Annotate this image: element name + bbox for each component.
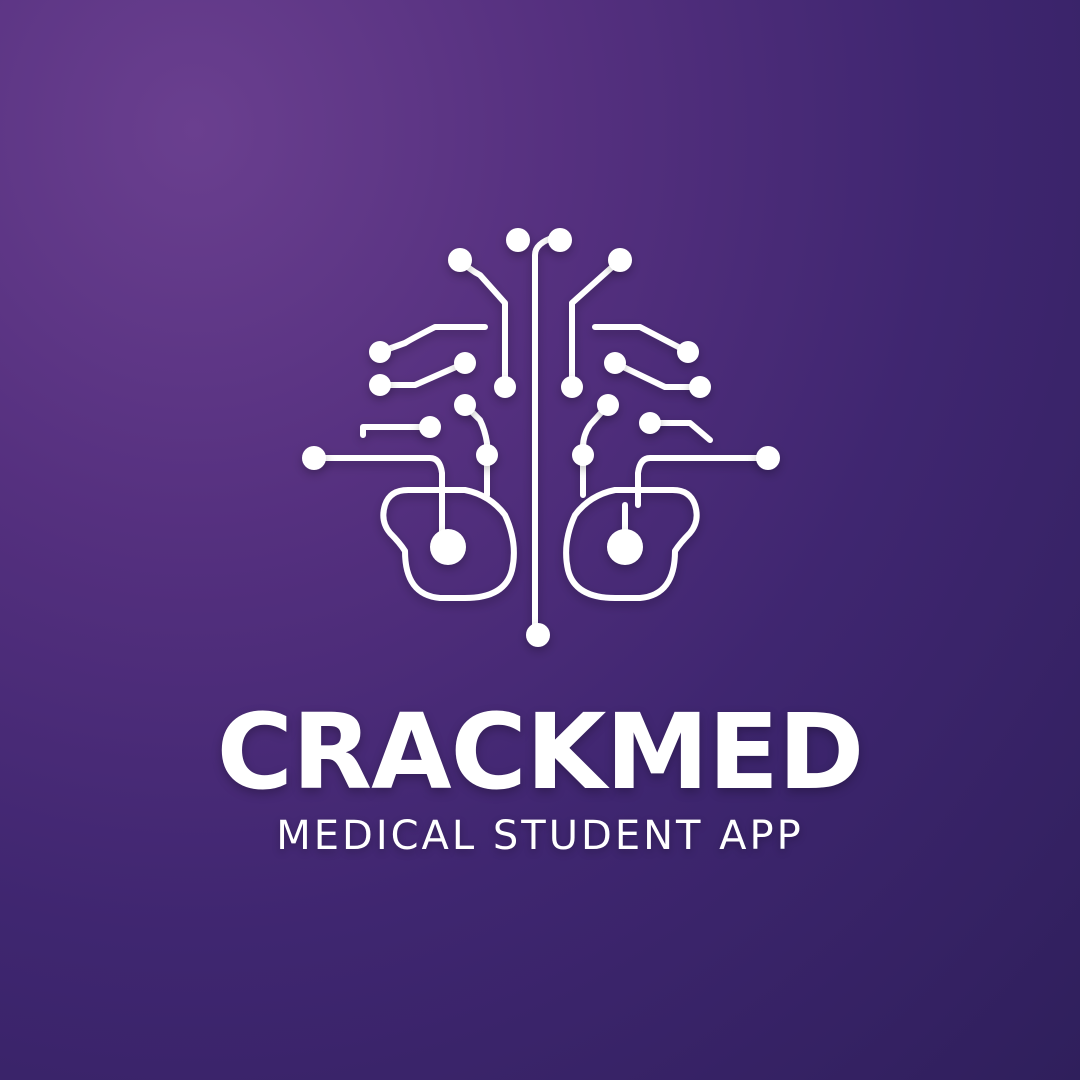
brand-name: CRACKMED bbox=[216, 691, 865, 813]
brand-tagline: MEDICAL STUDENT APP bbox=[276, 813, 804, 859]
circuit-brain-svg bbox=[302, 228, 780, 647]
circuit-brain-icon bbox=[280, 215, 800, 665]
logo-canvas: CRACKMED MEDICAL STUDENT APP bbox=[0, 0, 1080, 1080]
